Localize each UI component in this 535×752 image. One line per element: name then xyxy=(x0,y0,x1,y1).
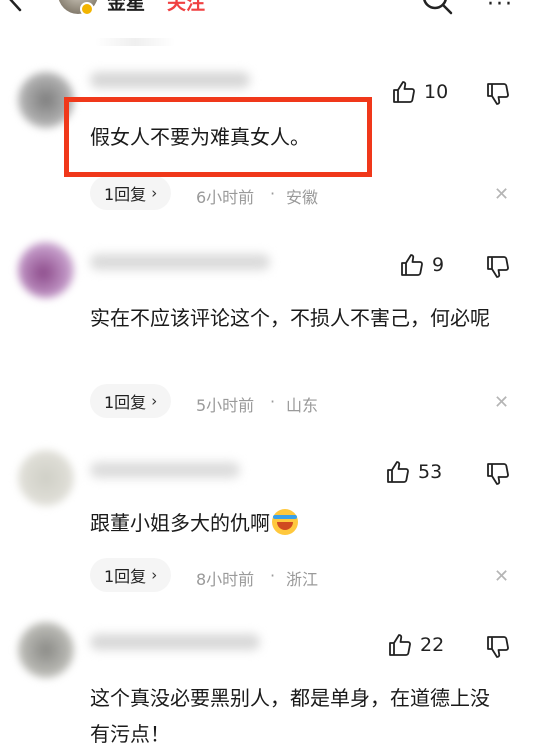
thumbs-up-icon xyxy=(389,634,411,656)
like-button[interactable]: 9 xyxy=(400,253,444,277)
like-count: 10 xyxy=(424,81,449,103)
thumbs-down-icon[interactable] xyxy=(486,82,510,106)
comment-time: 5小时前 xyxy=(196,396,255,415)
thumbs-up-icon xyxy=(387,461,409,483)
like-button[interactable]: 22 xyxy=(388,633,444,657)
divider xyxy=(95,38,175,46)
reply-count-button[interactable]: 1回复 › xyxy=(90,176,172,210)
thumbs-down-icon[interactable] xyxy=(486,255,510,279)
reply-count-label: 1回复 xyxy=(104,567,147,586)
more-options-icon[interactable]: ··· xyxy=(487,0,514,16)
reply-count-button[interactable]: 1回复 › xyxy=(90,384,172,418)
thumbs-up-icon xyxy=(393,81,415,103)
comment-time: 6小时前 xyxy=(196,188,255,207)
crying-laughing-emoji-icon xyxy=(272,509,298,535)
thumbs-down-icon[interactable] xyxy=(486,462,510,486)
chevron-right-icon: › xyxy=(151,184,158,202)
commenter-avatar[interactable] xyxy=(18,622,74,678)
like-button[interactable]: 53 xyxy=(386,460,442,484)
chevron-right-icon: › xyxy=(151,566,158,584)
search-icon[interactable] xyxy=(420,0,454,16)
comment-location: 山东 xyxy=(286,396,319,415)
like-count: 9 xyxy=(432,254,445,276)
highlight-box xyxy=(64,97,372,177)
thumbs-up-icon xyxy=(401,254,423,276)
author-name[interactable]: 金星 xyxy=(107,0,145,15)
like-count: 53 xyxy=(418,461,443,483)
reply-count-label: 1回复 xyxy=(104,393,147,412)
commenter-name-blurred[interactable] xyxy=(90,72,250,88)
meta-separator: · xyxy=(270,392,276,411)
chevron-right-icon: › xyxy=(151,392,158,410)
commenter-avatar[interactable] xyxy=(18,242,74,298)
comment-text: 实在不应该评论这个，不损人不害己，何必呢 xyxy=(90,306,490,330)
top-bar: 金星 关注 ··· xyxy=(0,0,535,20)
back-arrow-icon[interactable] xyxy=(2,0,28,12)
reply-count-button[interactable]: 1回复 › xyxy=(90,558,172,592)
like-count: 22 xyxy=(420,634,445,656)
meta-separator: · xyxy=(270,184,276,203)
comment-time: 8小时前 xyxy=(196,570,255,589)
like-button[interactable]: 10 xyxy=(392,80,448,104)
commenter-name-blurred[interactable] xyxy=(90,634,260,650)
comment-location: 浙江 xyxy=(286,570,319,589)
comment-text: 跟董小姐多大的仇啊 xyxy=(90,505,510,541)
commenter-avatar[interactable] xyxy=(18,450,74,506)
reply-count-label: 1回复 xyxy=(104,185,147,204)
commenter-name-blurred[interactable] xyxy=(90,254,270,270)
close-icon[interactable]: ✕ xyxy=(494,566,509,587)
meta-separator: · xyxy=(270,566,276,585)
close-icon[interactable]: ✕ xyxy=(494,392,509,413)
close-icon[interactable]: ✕ xyxy=(494,184,509,205)
thumbs-down-icon[interactable] xyxy=(486,635,510,659)
comment-text: 这个真没必要黑别人，都是单身，在道德上没有污点！ xyxy=(90,686,490,746)
commenter-name-blurred[interactable] xyxy=(90,462,240,478)
verified-badge-icon xyxy=(80,2,94,16)
follow-button[interactable]: 关注 xyxy=(167,0,205,15)
comment-text-body: 跟董小姐多大的仇啊 xyxy=(90,511,270,535)
comment-location: 安徽 xyxy=(286,188,319,207)
